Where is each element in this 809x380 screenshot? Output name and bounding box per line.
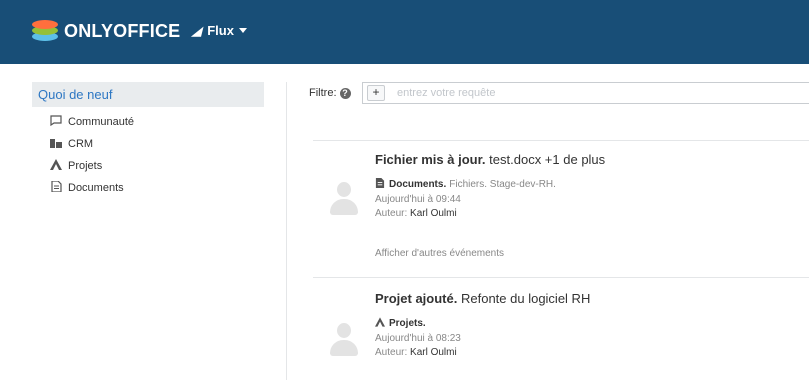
filter-search-input[interactable] (395, 86, 699, 100)
event-module-name: Projets. (389, 318, 426, 329)
sidebar-item-label: Documents (68, 181, 124, 194)
onlyoffice-logo[interactable]: ONLYOFFICE (32, 20, 180, 42)
event-date: Aujourd'hui à 08:23 (375, 333, 461, 344)
event-module: Projets. (375, 317, 429, 330)
chat-icon (48, 114, 64, 129)
event-module-detail: Fichiers. Stage-dev-RH. (449, 179, 556, 190)
feed-event: Fichier mis à jour. test.docx +1 de plus… (313, 141, 809, 277)
sidebar-item-documents[interactable]: Documents (32, 178, 264, 197)
event-action: Projet ajouté. (375, 291, 458, 306)
filter-bar: Filtre: ? + (309, 82, 809, 104)
crm-icon (48, 137, 64, 151)
avatar (328, 323, 360, 357)
event-date: Aujourd'hui à 09:44 (375, 194, 461, 205)
sidebar-item-projects[interactable]: Projets (32, 156, 264, 175)
module-label: Flux (207, 23, 234, 38)
show-more-link[interactable]: Afficher d'autres événements (375, 248, 504, 259)
chevron-down-icon (238, 28, 247, 33)
projects-icon (375, 317, 385, 330)
filter-box: + (362, 82, 809, 104)
author-name[interactable]: Karl Oulmi (410, 347, 457, 358)
sidebar: Quoi de neuf Communauté CRM Projets Docu… (32, 82, 264, 197)
sidebar-item-community[interactable]: Communauté (32, 112, 264, 131)
event-object[interactable]: Refonte du logiciel RH (461, 291, 590, 306)
sidebar-item-whats-new[interactable]: Quoi de neuf (32, 82, 264, 107)
document-icon (375, 178, 385, 191)
event-action: Fichier mis à jour. (375, 152, 486, 167)
document-icon (48, 179, 64, 195)
filter-label: Filtre: (309, 87, 337, 99)
sidebar-item-label: CRM (68, 137, 94, 150)
event-title: Fichier mis à jour. test.docx +1 de plus (375, 152, 605, 167)
event-author: Auteur: Karl Oulmi (375, 208, 457, 219)
vertical-divider (286, 82, 287, 380)
help-icon[interactable]: ? (339, 87, 351, 99)
add-filter-button[interactable]: + (367, 85, 385, 101)
projects-icon (48, 158, 64, 173)
module-switcher[interactable]: ◢ Flux (192, 23, 247, 38)
event-module: Documents. Fichiers. Stage-dev-RH. (375, 178, 556, 191)
logo-icon (32, 20, 58, 42)
sidebar-item-crm[interactable]: CRM (32, 134, 264, 153)
event-title: Projet ajouté. Refonte du logiciel RH (375, 291, 590, 306)
author-name[interactable]: Karl Oulmi (410, 208, 457, 219)
event-module-name: Documents. (389, 179, 447, 190)
logo-text: ONLYOFFICE (64, 20, 181, 41)
top-bar: ONLYOFFICE ◢ Flux (0, 0, 809, 64)
feed-icon: ◢ (192, 23, 202, 38)
sidebar-item-label: Communauté (68, 115, 135, 128)
feed-event: Projet ajouté. Refonte du logiciel RH Pr… (313, 278, 809, 380)
event-object[interactable]: test.docx +1 de plus (489, 152, 605, 167)
sidebar-item-label: Projets (68, 159, 103, 172)
avatar (328, 182, 360, 216)
event-author: Auteur: Karl Oulmi (375, 347, 457, 358)
